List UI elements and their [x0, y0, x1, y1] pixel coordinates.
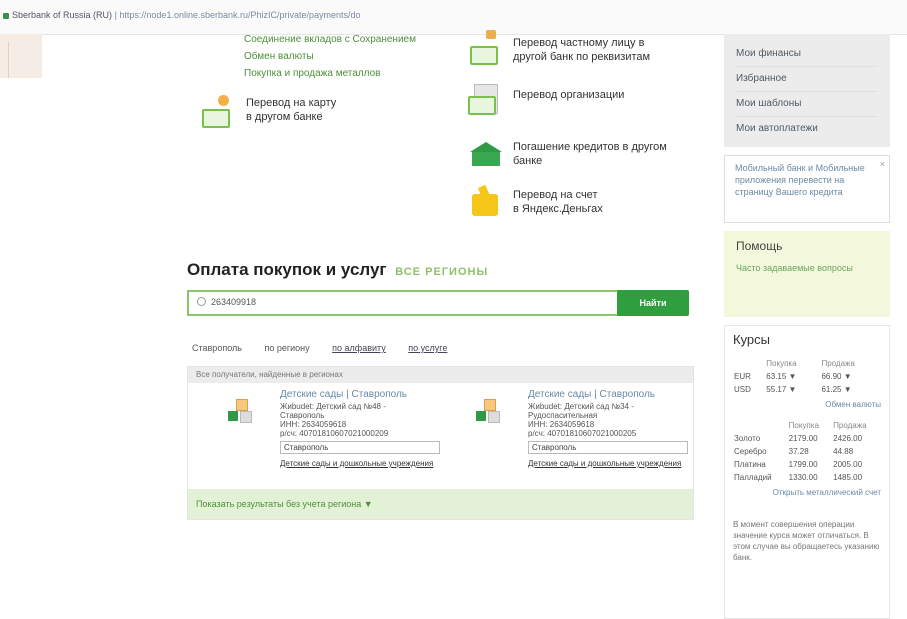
side-panel-edge	[0, 34, 42, 78]
table-row: Платина 1799.00 2005.00	[734, 460, 863, 469]
region-select[interactable]: Ставрополь	[280, 441, 440, 454]
bank-building-icon	[468, 138, 506, 172]
result-desc: Жиbudet: Детский сад №34 - Рудоспаситель…	[528, 402, 637, 438]
search-button[interactable]: Найти	[617, 290, 689, 316]
list-item[interactable]: Детские сады | Ставрополь Жиbudet: Детск…	[476, 389, 738, 468]
address-text[interactable]: Sberbank of Russia (RU) | https://node1.…	[12, 10, 361, 20]
currency-exchange-link[interactable]: Обмен валюты	[733, 396, 881, 419]
table-header-row: Покупка Продажа	[766, 359, 855, 368]
card-transfer-icon	[198, 95, 238, 129]
result-title[interactable]: Детские сады | Ставрополь	[528, 389, 738, 400]
search-results: Все получатели, найденные в регионах Дет…	[187, 366, 694, 520]
region-select[interactable]: Ставрополь	[528, 441, 688, 454]
menu-my-templates[interactable]: Мои шаблоны	[736, 92, 878, 117]
currency-rates-table: Покупка Продажа EUR 63.15 ▼ 66.90 ▼ USD 55.1…	[733, 357, 881, 396]
menu-favorites[interactable]: Избранное	[736, 67, 878, 92]
right-sidebar: Мои финансы Избранное Мои шаблоны Мои ав…	[724, 34, 890, 619]
close-icon[interactable]: ×	[880, 158, 885, 170]
promo-text[interactable]: Мобильный банк и Мобильные приложения пе…	[735, 162, 879, 198]
sort-tabs: Ставрополь по региону по алфавиту по усл…	[192, 343, 467, 353]
yandex-wallet-icon	[470, 184, 502, 220]
tab-alphabetical[interactable]: по алфавиту	[332, 343, 386, 353]
kindergarten-icon	[228, 399, 258, 429]
faq-link[interactable]: Часто задаваемые вопросы	[736, 263, 878, 274]
menu-autopayments[interactable]: Мои автоплатежи	[736, 117, 878, 141]
help-title: Помощь	[736, 239, 783, 253]
results-header: Все получатели, найденные в регионах	[188, 367, 693, 383]
result-desc: Жиbudet: Детский сад №48 - Ставрополь ИН…	[280, 402, 389, 438]
loan-repayment-link[interactable]: Погашение кредитов в другом банке	[513, 140, 667, 168]
transfer-to-card-link[interactable]: Перевод на карту в другом банке	[246, 96, 336, 124]
page-title: Оплата покупок и услуг	[187, 260, 387, 279]
tab-region-city[interactable]: Ставрополь	[192, 343, 242, 353]
search-input[interactable]: 263409918	[187, 290, 619, 316]
top-links: Соединение вкладов с Сохранением Обмен в…	[244, 31, 416, 82]
table-row: EUR 63.15 ▼ 66.90 ▼	[734, 372, 852, 381]
tab-by-region[interactable]: по региону	[264, 343, 309, 353]
organization-icon	[468, 82, 504, 116]
search-icon	[197, 297, 206, 306]
promo-box: × Мобильный банк и Мобильные приложения …	[724, 155, 890, 223]
table-row: Серебро 37.28 44.88	[734, 447, 854, 456]
link-deposit[interactable]: Соединение вкладов с Сохранением	[244, 31, 416, 48]
table-row: Палладий 1330.00 1485.00	[734, 473, 863, 482]
category-link[interactable]: Детские сады и дошкольные учреждения	[280, 459, 490, 468]
show-all-results-link[interactable]: Показать результаты без учета региона ▼	[188, 489, 693, 519]
menu-my-finances[interactable]: Мои финансы	[736, 42, 878, 67]
payments-heading: Оплата покупок и услуг ВСЕ РЕГИОНЫ	[187, 260, 488, 280]
personal-menu: Мои финансы Избранное Мои шаблоны Мои ав…	[724, 34, 890, 147]
table-header-row: Покупка Продажа	[788, 421, 867, 430]
link-metals[interactable]: Покупка и продажа металлов	[244, 65, 416, 82]
metal-rates-table: Покупка Продажа Золото 2179.00 2426.00 Сере…	[733, 419, 881, 484]
result-title[interactable]: Детские сады | Ставрополь	[280, 389, 490, 400]
category-link[interactable]: Детские сады и дошкольные учреждения	[528, 459, 738, 468]
browser-address-bar[interactable]: Sberbank of Russia (RU) | https://node1.…	[0, 0, 907, 35]
rates-box: Курсы Покупка Продажа EUR 63.15 ▼ 66.90 ▼ U…	[724, 325, 890, 619]
table-row: Золото 2179.00 2426.00	[734, 434, 863, 443]
rates-title: Курсы	[733, 332, 771, 347]
link-currency-exchange[interactable]: Обмен валюты	[244, 48, 416, 65]
table-row: USD 55.17 ▼ 61.25 ▼	[734, 385, 852, 394]
list-item[interactable]: Детские сады | Ставрополь Жиbudet: Детск…	[228, 389, 490, 468]
rates-note: В момент совершения операции значение ку…	[733, 520, 880, 562]
url: https://node1.online.sberbank.ru/PhizIC/…	[119, 10, 361, 20]
transfer-organization-link[interactable]: Перевод организации	[513, 88, 624, 102]
kindergarten-icon	[476, 399, 506, 429]
yandex-money-link[interactable]: Перевод на счет в Яндекс.Деньгах	[513, 188, 603, 216]
transfer-private-person-link[interactable]: Перевод частному лицу в другой банк по р…	[513, 36, 650, 64]
site-identity: Sberbank of Russia (RU)	[12, 10, 113, 20]
secure-lock-icon	[3, 13, 9, 19]
all-regions-link[interactable]: ВСЕ РЕГИОНЫ	[395, 266, 488, 278]
help-box: Помощь Часто задаваемые вопросы	[724, 231, 890, 317]
search-value: 263409918	[211, 297, 257, 307]
tab-by-service[interactable]: по услуге	[408, 343, 447, 353]
metal-account-link[interactable]: Открыть металлический счет	[733, 484, 881, 507]
person-transfer-icon	[468, 30, 508, 66]
